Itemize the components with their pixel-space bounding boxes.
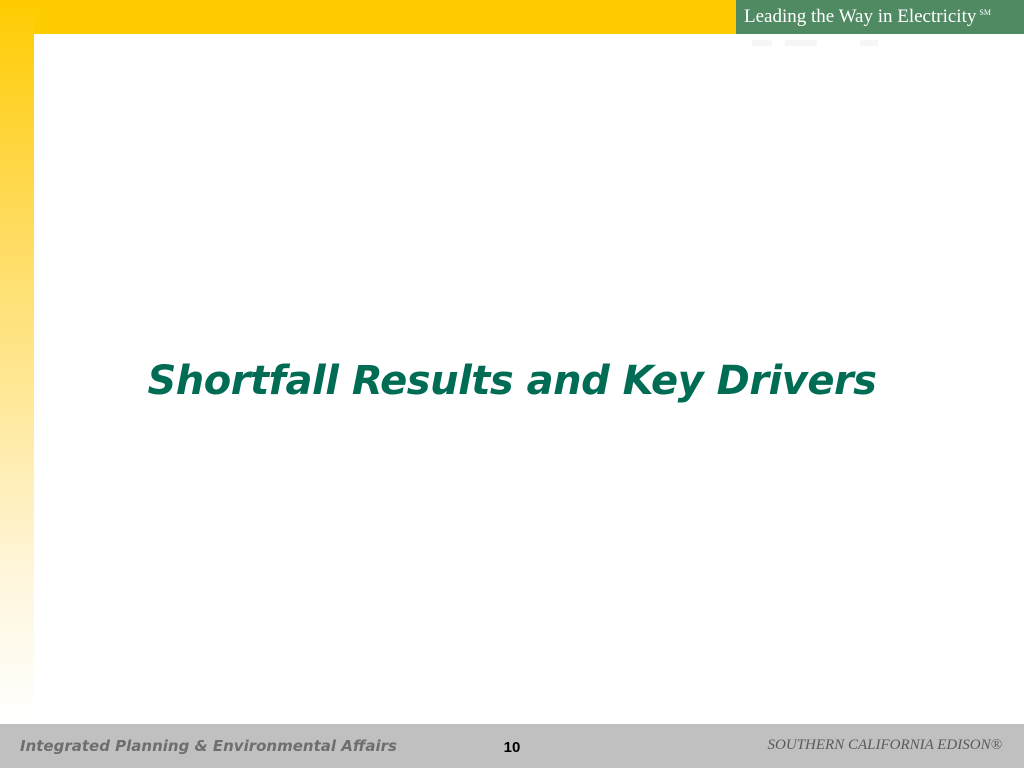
footer-department: Integrated Planning & Environmental Affa…: [20, 737, 397, 755]
service-mark: SM: [979, 7, 991, 17]
tagline-text: Leading the Way in Electricity: [744, 6, 977, 27]
header-decoration: [860, 40, 878, 46]
page-number: 10: [503, 739, 521, 756]
slide-title: Shortfall Results and Key Drivers: [147, 358, 878, 404]
footer-company-name: SOUTHERN CALIFORNIA EDISON®: [767, 737, 1002, 753]
tagline-banner: Leading the Way in Electricity SM: [736, 0, 1024, 34]
header-decoration: [752, 40, 772, 46]
footer-bar: Integrated Planning & Environmental Affa…: [0, 724, 1024, 768]
header-decoration: [785, 40, 817, 46]
